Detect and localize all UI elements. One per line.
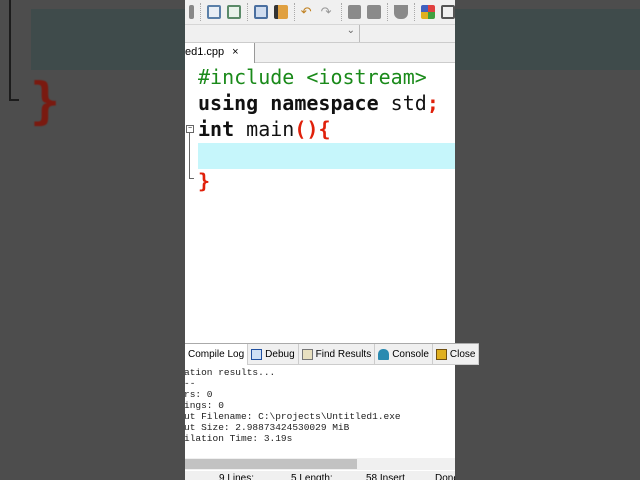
status-done: Done — [435, 473, 455, 480]
class-combo-row: ⌄ — [185, 25, 455, 43]
gutter — [185, 63, 196, 343]
blurred-background-band-left — [31, 9, 185, 70]
include-directive: #include <iostream> — [198, 65, 427, 89]
tab-label: Close — [449, 348, 476, 360]
replace-icon[interactable] — [226, 5, 241, 19]
tab-filename: ed1.cpp — [185, 46, 225, 58]
separator — [293, 3, 295, 21]
separator — [414, 3, 416, 21]
separator — [199, 3, 201, 21]
identifier: main — [234, 117, 295, 141]
code-line-5: } — [198, 169, 455, 195]
close-icon[interactable]: × — [232, 46, 238, 63]
scrollbar-thumb[interactable] — [185, 459, 357, 469]
log-line: ings: 0 — [185, 400, 224, 411]
code-line-1: #include <iostream> — [198, 65, 455, 91]
log-line: ut Size: 2.98873424530029 MiB — [185, 422, 350, 433]
log-line: -- — [185, 378, 196, 389]
symbol: ; — [426, 91, 439, 115]
code-line-2: using namespace std; — [198, 91, 455, 117]
compile-log-output: ation results... -- rs: 0 ings: 0 ut Fil… — [185, 365, 455, 458]
keyword: int — [198, 117, 235, 141]
code-editor[interactable]: − #include <iostream> using namespace st… — [185, 63, 455, 343]
separator — [246, 3, 248, 21]
dev-cpp-window: ↶ ↷ ⌄ ed1.cpp × − #include <iostream> us… — [185, 0, 455, 480]
status-bar: 9 Lines: 5 Length: 58 Insert Done — [185, 471, 455, 480]
bottom-panel-tabs: Compile Log Debug Find Results Console C… — [185, 343, 480, 365]
fold-collapse-icon[interactable]: − — [186, 125, 194, 133]
tab-label: Compile Log — [188, 348, 245, 360]
tab-console[interactable]: Console — [375, 343, 433, 365]
tab-debug[interactable]: Debug — [248, 343, 299, 365]
blurred-background-band-right — [455, 9, 640, 70]
log-line: ut Filename: C:\projects\Untitled1.exe — [185, 411, 401, 422]
status-insert: 58 Insert — [366, 473, 405, 480]
horizontal-scrollbar[interactable] — [185, 458, 455, 470]
code-line-3: int main(){ — [198, 117, 455, 143]
symbol: () — [294, 117, 319, 141]
bookmark-forward-icon[interactable] — [367, 5, 382, 19]
log-line: ation results... — [185, 367, 276, 378]
window-icon[interactable] — [441, 5, 455, 19]
tab-untitled1[interactable]: ed1.cpp × — [185, 43, 255, 63]
debug-icon — [251, 348, 263, 360]
symbol: { — [318, 117, 331, 141]
bookmark-icon[interactable] — [394, 5, 409, 19]
separator — [340, 3, 342, 21]
log-line: rs: 0 — [185, 389, 213, 400]
chevron-down-icon: ⌄ — [346, 25, 355, 36]
indent-icon[interactable] — [253, 5, 268, 19]
console-icon — [378, 348, 390, 360]
tab-close[interactable]: Close — [433, 343, 480, 365]
keyword: using — [198, 91, 259, 115]
grid-icon[interactable] — [421, 5, 436, 19]
identifier: std — [378, 91, 427, 115]
find-results-icon — [301, 348, 313, 360]
save-icon — [435, 348, 447, 360]
log-line: ilation Time: 3.19s — [185, 433, 293, 444]
symbol: } — [198, 169, 211, 193]
status-lines: 9 Lines: — [219, 473, 255, 480]
tab-label: Debug — [265, 348, 295, 360]
code-line-4-current — [198, 143, 455, 169]
redo-icon[interactable]: ↷ — [321, 5, 335, 19]
keyword: namespace — [270, 91, 379, 115]
tab-find-results[interactable]: Find Results — [299, 343, 376, 365]
toolbar-icon[interactable] — [189, 5, 194, 19]
bookmark-back-icon[interactable] — [347, 5, 362, 19]
unindent-icon[interactable] — [273, 5, 288, 19]
toolbar: ↶ ↷ — [185, 0, 455, 25]
separator — [387, 3, 389, 21]
blurred-background-brace: } — [30, 72, 61, 130]
tab-compile-log[interactable]: Compile Log — [185, 343, 249, 365]
blurred-background-bracket — [9, 0, 19, 101]
editor-tabs: ed1.cpp × — [185, 43, 455, 63]
undo-icon[interactable]: ↶ — [301, 5, 315, 19]
status-length: 5 Length: — [291, 473, 333, 480]
tab-label: Find Results — [315, 348, 372, 360]
find-icon[interactable] — [206, 5, 221, 19]
fold-line — [189, 133, 194, 179]
class-combo[interactable]: ⌄ — [185, 25, 360, 42]
tab-label: Console — [392, 348, 429, 360]
